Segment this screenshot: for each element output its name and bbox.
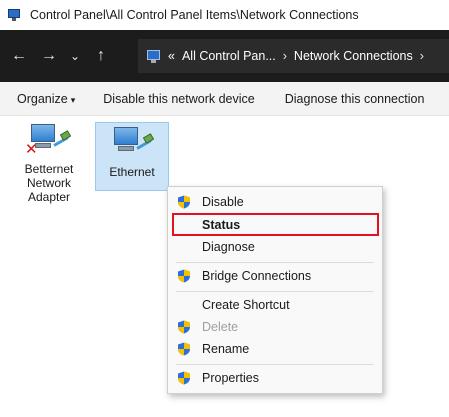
rename-connection-button[interactable]: R — [439, 92, 449, 106]
navigation-bar: ← → ⌄ ↑ « All Control Pan... › Network C… — [0, 30, 449, 82]
menu-item-label: Diagnose — [202, 240, 255, 254]
network-adapter-icon: ✕ — [25, 122, 73, 160]
menu-item-label: Properties — [202, 371, 259, 385]
chevron-down-icon: ▾ — [70, 94, 76, 105]
menu-item-bridge-connections[interactable]: Bridge Connections — [168, 265, 382, 287]
diagnose-connection-button[interactable]: Diagnose this connection — [270, 92, 440, 106]
betternet-network-adapter-item[interactable]: ✕ Betternet Network Adapter — [14, 122, 84, 204]
uac-shield-icon — [178, 371, 190, 385]
menu-item-label: Bridge Connections — [202, 269, 312, 283]
item-label-line: Adapter — [27, 190, 71, 204]
network-adapter-icon — [108, 125, 156, 163]
breadcrumb-network-connections[interactable]: Network Connections — [294, 49, 413, 63]
uac-shield-icon — [178, 195, 190, 209]
menu-item-delete: Delete — [168, 316, 382, 338]
forward-arrow-icon[interactable]: → — [34, 36, 64, 76]
menu-item-label: Create Shortcut — [202, 298, 290, 312]
context-menu: Disable Status Diagnose Bridge Connectio… — [167, 186, 383, 394]
breadcrumb-chevron-icon[interactable]: › — [420, 49, 424, 63]
menu-item-label: Rename — [202, 342, 250, 356]
back-arrow-icon[interactable]: ← — [4, 36, 34, 76]
window-title: Control Panel\All Control Panel Items\Ne… — [30, 8, 359, 22]
menu-item-create-shortcut[interactable]: Create Shortcut — [168, 294, 382, 316]
red-highlight-box — [172, 213, 379, 236]
item-label-line: Betternet — [24, 162, 74, 176]
network-connections-icon — [8, 8, 22, 22]
breadcrumb-overflow-icon[interactable]: « — [168, 49, 175, 63]
menu-item-rename[interactable]: Rename — [168, 338, 382, 360]
menu-item-disable[interactable]: Disable — [168, 191, 382, 213]
uac-shield-icon — [178, 269, 190, 283]
menu-item-properties[interactable]: Properties — [168, 367, 382, 389]
organize-button[interactable]: Organize ▾ — [0, 92, 89, 106]
item-label-line: Network — [26, 176, 71, 190]
ethernet-item[interactable]: Ethernet — [95, 122, 169, 191]
command-bar: Organize ▾ Disable this network device Di… — [0, 82, 449, 116]
control-panel-icon — [146, 48, 162, 64]
title-bar: Control Panel\All Control Panel Items\Ne… — [0, 0, 449, 30]
item-label-line: Ethernet — [109, 165, 155, 179]
menu-separator — [176, 291, 374, 292]
up-arrow-icon[interactable]: ↑ — [86, 36, 116, 76]
address-bar[interactable]: « All Control Pan... › Network Connectio… — [138, 39, 449, 73]
breadcrumb-all-control-panel-items[interactable]: All Control Pan... — [182, 49, 276, 63]
disable-device-button[interactable]: Disable this network device — [89, 92, 269, 106]
menu-item-label: Delete — [202, 320, 239, 334]
menu-item-label: Disable — [202, 195, 244, 209]
organize-label: Organize — [17, 91, 68, 106]
uac-shield-icon — [178, 342, 190, 356]
recent-locations-chevron-icon[interactable]: ⌄ — [64, 36, 86, 76]
uac-shield-icon — [178, 320, 190, 334]
menu-separator — [176, 364, 374, 365]
menu-item-diagnose[interactable]: Diagnose — [168, 236, 382, 258]
menu-separator — [176, 262, 374, 263]
disconnected-x-icon: ✕ — [25, 141, 38, 158]
breadcrumb-chevron-icon[interactable]: › — [283, 49, 287, 63]
